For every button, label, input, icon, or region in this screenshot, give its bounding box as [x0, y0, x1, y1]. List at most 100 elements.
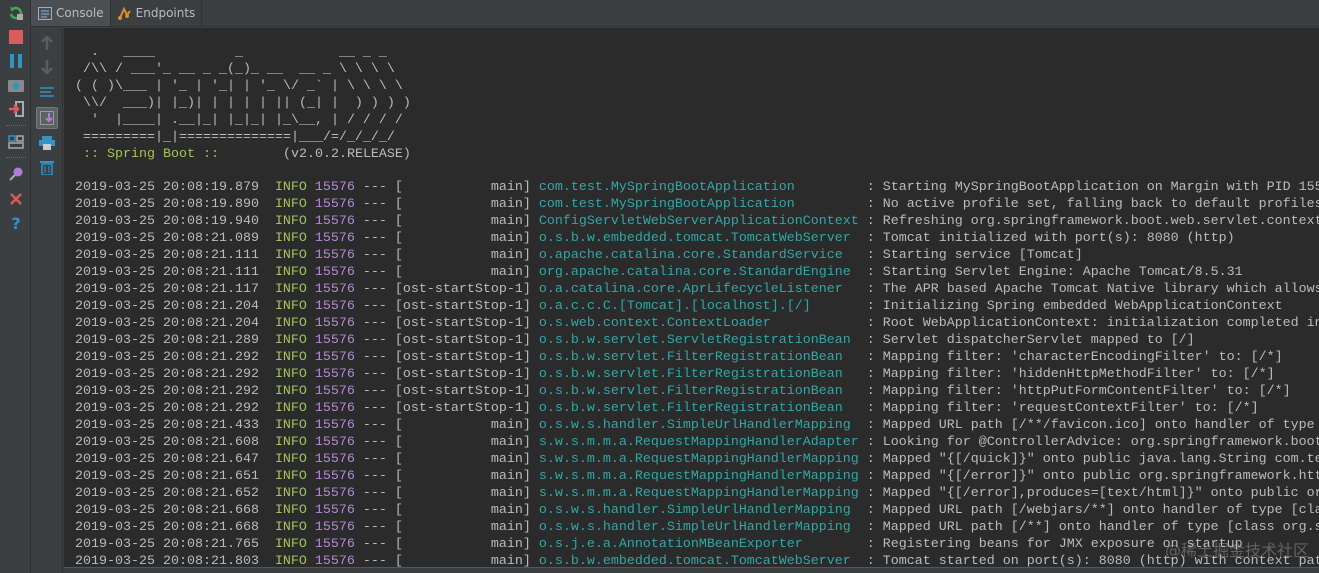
log-message-colon: :	[866, 231, 875, 246]
log-timestamp: 2019-03-25 20:08:21.433	[75, 418, 259, 433]
log-separator: ---	[362, 197, 387, 212]
down-arrow-icon[interactable]	[37, 57, 57, 77]
soft-wrap-icon[interactable]	[37, 82, 57, 102]
log-line: 2019-03-25 20:08:21.803 INFO 15576 ---[main…	[75, 553, 1319, 567]
log-thread: ost-startStop-1	[402, 367, 523, 382]
log-line: 2019-03-25 20:08:21.292 INFO 15576 --- [ost-…	[75, 384, 1291, 399]
log-logger: s.w.s.m.m.a.RequestMappingHandlerMapping	[538, 486, 859, 501]
log-pid: 15576	[314, 486, 355, 501]
pin-icon[interactable]	[6, 164, 26, 184]
scroll-to-end-button[interactable]	[36, 107, 58, 129]
log-level: INFO	[274, 520, 307, 535]
console-icon	[38, 6, 52, 20]
log-thread: main	[490, 486, 523, 501]
log-line: 2019-03-25 20:08:21.111 INFO 15576 ---[main…	[75, 248, 1083, 263]
log-logger: ConfigServletWebServerApplicationContext	[538, 214, 859, 229]
tab-console[interactable]: Console	[31, 0, 111, 26]
log-line: 2019-03-25 20:08:21.292 INFO 15576 --- [ost-…	[75, 401, 1259, 416]
log-pid: 15576	[314, 469, 355, 484]
log-lines: 2019-03-25 20:08:19.879 INFO 15576 ---[main…	[75, 179, 1319, 567]
log-separator: ---	[362, 333, 387, 348]
log-line: 2019-03-25 20:08:21.292 INFO 15576 --- [ost-…	[75, 367, 1275, 382]
log-separator: ---	[362, 316, 387, 331]
log-timestamp: 2019-03-25 20:08:21.292	[75, 401, 259, 416]
log-message-colon: :	[866, 350, 875, 365]
print-icon[interactable]	[37, 133, 57, 153]
log-separator: ---	[362, 503, 387, 518]
log-message-colon: :	[866, 418, 875, 433]
log-thread: main	[490, 248, 523, 263]
up-arrow-icon[interactable]	[37, 33, 57, 53]
log-pid: 15576	[314, 248, 355, 263]
camera-icon[interactable]	[6, 75, 26, 95]
log-level: INFO	[274, 214, 307, 229]
log-message: Mapped "{[/error],produces=[text/html]}"…	[882, 486, 1319, 501]
log-line: 2019-03-25 20:08:21.111 INFO 15576 ---[main…	[75, 265, 1243, 280]
log-thread: main	[490, 265, 523, 280]
log-separator: ---	[362, 350, 387, 365]
log-level: INFO	[274, 401, 307, 416]
log-timestamp: 2019-03-25 20:08:19.879	[75, 180, 259, 195]
log-logger: o.s.w.s.handler.SimpleUrlHandlerMapping	[538, 520, 851, 535]
log-pid: 15576	[314, 350, 355, 365]
log-message: Starting Servlet Engine: Apache Tomcat/8…	[882, 265, 1243, 280]
log-message: Starting service [Tomcat]	[882, 248, 1083, 263]
log-timestamp: 2019-03-25 20:08:21.765	[75, 537, 259, 552]
log-level: INFO	[274, 282, 307, 297]
log-timestamp: 2019-03-25 20:08:21.204	[75, 299, 259, 314]
tab-console-label: Console	[56, 6, 104, 20]
log-message-colon: :	[866, 214, 875, 229]
tab-endpoints[interactable]: Endpoints	[111, 0, 203, 26]
log-thread: ost-startStop-1	[402, 384, 523, 399]
banner-art-line: ( ( )\___ | '_ | '_| | '_ \/ _` | \ \ \ …	[75, 79, 403, 94]
rerun-icon[interactable]	[6, 3, 26, 23]
log-level: INFO	[274, 435, 307, 450]
close-icon[interactable]	[6, 189, 26, 209]
layout-icon[interactable]	[6, 132, 26, 152]
log-timestamp: 2019-03-25 20:08:21.292	[75, 367, 259, 382]
log-level: INFO	[274, 333, 307, 348]
scroll-to-end-icon	[40, 111, 54, 125]
log-logger: s.w.s.m.m.a.RequestMappingHandlerAdapter	[538, 435, 859, 450]
log-line: 2019-03-25 20:08:21.652 INFO 15576 ---[main…	[75, 485, 1319, 502]
log-logger: o.s.b.w.servlet.FilterRegistrationBean	[538, 350, 843, 365]
watermark: @稀土掘金技术社区	[1164, 541, 1309, 560]
log-separator: ---	[362, 231, 387, 246]
log-thread: ost-startStop-1	[402, 282, 523, 297]
log-pid: 15576	[314, 520, 355, 535]
console-output[interactable]: . ____ _ __ _ _ /\\ / ___'_ __ _ _(_)_ _…	[64, 28, 1319, 567]
log-message: Root WebApplicationContext: initializati…	[882, 316, 1319, 331]
log-separator: ---	[362, 367, 387, 382]
log-timestamp: 2019-03-25 20:08:21.111	[75, 248, 259, 263]
divider	[6, 125, 26, 126]
log-level: INFO	[274, 197, 307, 212]
help-icon[interactable]: ?	[6, 213, 26, 233]
log-separator: ---	[362, 299, 387, 314]
exit-icon[interactable]	[6, 99, 26, 119]
log-timestamp: 2019-03-25 20:08:21.289	[75, 333, 259, 348]
log-message: Mapping filter: 'httpPutFormContentFilte…	[882, 384, 1291, 399]
log-thread: main	[490, 503, 523, 518]
horizontal-scrollbar[interactable]	[64, 567, 1319, 573]
pause-icon[interactable]	[6, 51, 26, 71]
stop-icon[interactable]	[6, 27, 26, 47]
log-timestamp: 2019-03-25 20:08:21.647	[75, 452, 259, 467]
log-level: INFO	[274, 537, 307, 552]
log-message: Refreshing org.springframework.boot.web.…	[882, 214, 1319, 229]
log-line: 2019-03-25 20:08:21.204 INFO 15576 --- [ost-…	[75, 315, 1319, 332]
log-thread: ost-startStop-1	[402, 350, 523, 365]
log-thread: ost-startStop-1	[402, 333, 523, 348]
log-thread: main	[490, 452, 523, 467]
log-line: 2019-03-25 20:08:19.890 INFO 15576 ---[main…	[75, 196, 1319, 213]
log-pid: 15576	[314, 554, 355, 567]
trash-icon[interactable]	[37, 157, 57, 177]
log-level: INFO	[274, 554, 307, 567]
log-separator: ---	[362, 537, 387, 552]
log-message: Mapping filter: 'hiddenHttpMethodFilter'…	[882, 367, 1275, 382]
log-level: INFO	[274, 265, 307, 280]
log-separator: ---	[362, 401, 387, 416]
log-separator: ---	[362, 452, 387, 467]
log-separator: ---	[362, 418, 387, 433]
log-message-colon: :	[866, 248, 875, 263]
log-message: Mapped URL path [/**] onto handler of ty…	[882, 520, 1319, 535]
